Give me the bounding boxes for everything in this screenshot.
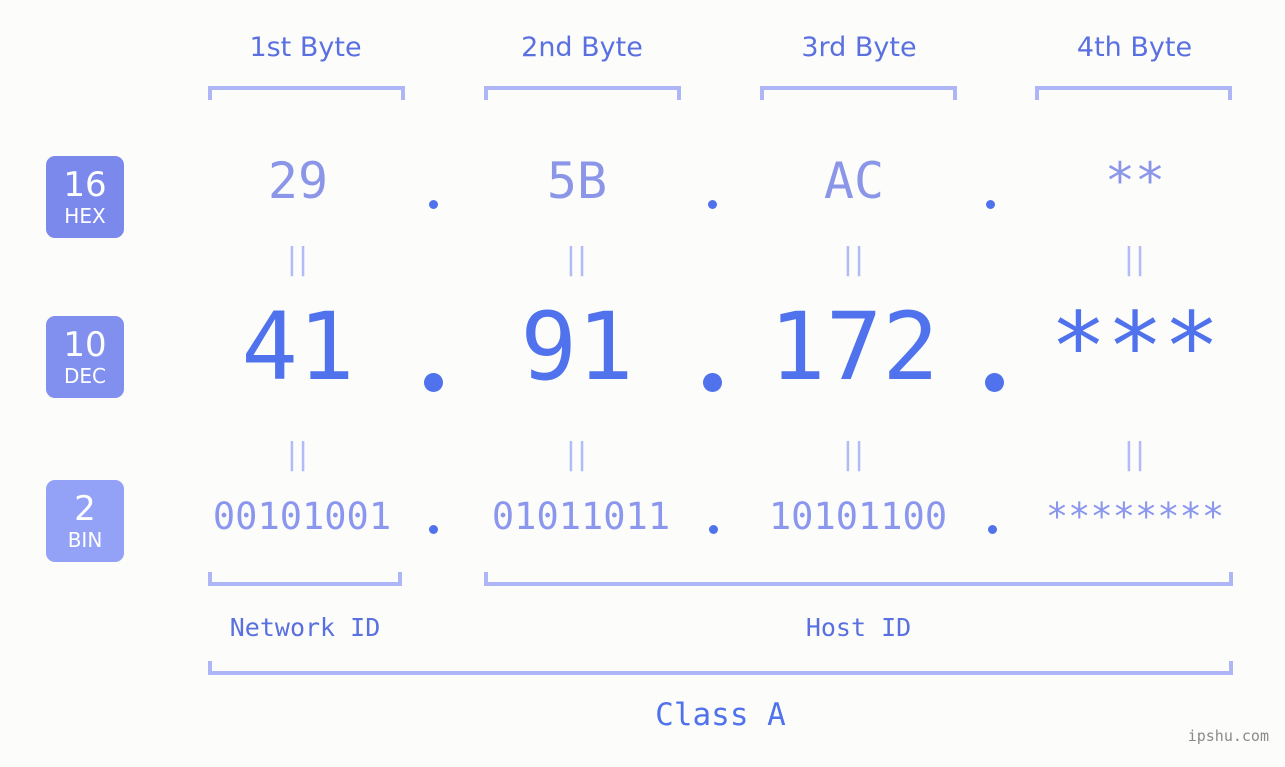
dec-separator-1 [424, 373, 443, 392]
bin-separator-3 [988, 525, 997, 534]
dec-byte-3: 172 [769, 293, 939, 402]
ip-address-breakdown-diagram: 1st Byte 2nd Byte 3rd Byte 4th Byte 16 H… [0, 0, 1285, 767]
equality-mark-2-3: || [842, 437, 866, 472]
bin-byte-3: 10101100 [768, 495, 948, 538]
bin-byte-1: 00101001 [212, 495, 392, 538]
base-badge-dec-label: DEC [63, 364, 106, 388]
base-badge-bin-number: 2 [74, 489, 96, 529]
network-id-bracket [208, 572, 402, 586]
byte-bracket-2 [484, 86, 681, 100]
base-badge-bin-label: BIN [67, 528, 103, 552]
base-badge-dec-number: 10 [63, 325, 107, 365]
dec-separator-3 [985, 373, 1004, 392]
dec-separator-2 [703, 373, 722, 392]
base-badge-dec: 10 DEC [46, 316, 124, 398]
bin-separator-1 [429, 525, 438, 534]
host-id-label: Host ID [805, 613, 912, 642]
byte-bracket-4 [1035, 86, 1232, 100]
hex-separator-1 [429, 200, 438, 209]
class-label: Class A [655, 697, 786, 733]
dec-byte-1: 41 [241, 293, 355, 402]
base-badge-hex: 16 HEX [46, 156, 124, 238]
byte-header-4: 4th Byte [1076, 32, 1193, 63]
equality-mark-1-2: || [565, 242, 589, 277]
bin-byte-2: 01011011 [491, 495, 671, 538]
hex-byte-2: 5B [546, 152, 608, 210]
byte-header-2: 2nd Byte [521, 32, 643, 63]
base-badge-bin: 2 BIN [46, 480, 124, 562]
hex-byte-3: AC [823, 152, 885, 210]
network-id-label: Network ID [229, 613, 381, 642]
base-badge-hex-number: 16 [63, 165, 107, 205]
equality-mark-1-3: || [842, 242, 866, 277]
dec-byte-4: *** [1050, 293, 1220, 402]
class-bracket [208, 661, 1233, 675]
dec-byte-2: 91 [520, 293, 634, 402]
bin-byte-4: ******** [1045, 495, 1225, 538]
hex-separator-3 [986, 200, 995, 209]
equality-mark-2-1: || [286, 437, 310, 472]
bin-separator-2 [709, 525, 718, 534]
byte-header-3: 3rd Byte [801, 32, 917, 63]
hex-byte-1: 29 [267, 152, 329, 210]
equality-mark-2-4: || [1123, 437, 1147, 472]
hex-byte-4: ** [1104, 152, 1166, 210]
byte-bracket-3 [760, 86, 957, 100]
site-watermark: ipshu.com [1187, 727, 1269, 745]
byte-bracket-1 [208, 86, 405, 100]
hex-separator-2 [708, 200, 717, 209]
equality-mark-1-1: || [286, 242, 310, 277]
host-id-bracket [484, 572, 1233, 586]
base-badge-hex-label: HEX [64, 204, 106, 228]
equality-mark-1-4: || [1123, 242, 1147, 277]
equality-mark-2-2: || [565, 437, 589, 472]
byte-header-1: 1st Byte [249, 32, 362, 63]
